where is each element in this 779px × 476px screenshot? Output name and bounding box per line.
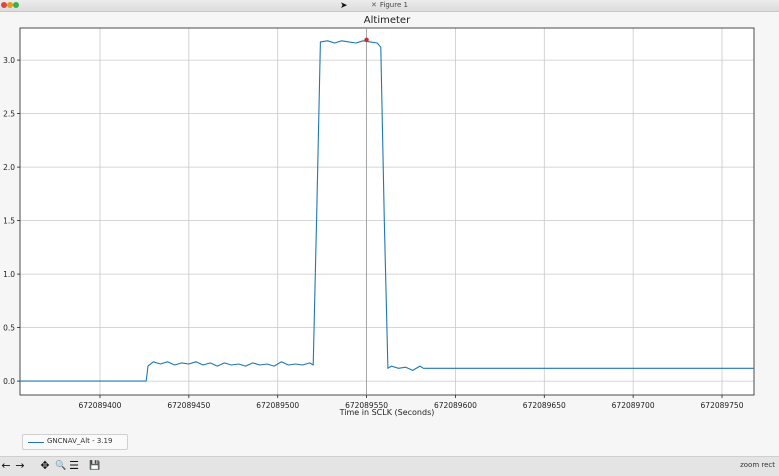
y-tick-label: 0.0 — [3, 377, 15, 386]
save-button[interactable]: 💾 — [88, 459, 102, 473]
figure-toolbar: ← → ✥ 🔍 ☰ 💾 zoom rect — [0, 456, 779, 476]
zoom-button[interactable]: 🔍 — [54, 459, 68, 473]
altimeter-chart[interactable]: 0.00.51.01.52.02.53.0672089400 672089450 6… — [0, 11, 779, 411]
configure-subplots-icon: ☰ — [69, 459, 79, 472]
legend: GNCNAV_Alt - 3.19 — [22, 434, 128, 450]
mouse-pointer-icon: ➤ — [340, 1, 348, 11]
x-axis-label: Time in SCLK (Seconds) — [339, 408, 435, 417]
forward-icon: → — [15, 459, 25, 472]
configure-subplots-button[interactable]: ☰ — [68, 459, 80, 473]
back-icon: ← — [1, 459, 11, 472]
legend-label: GNCNAV_Alt - 3.19 — [47, 437, 113, 445]
y-tick-label: 2.5 — [3, 110, 15, 119]
pan-button[interactable]: ✥ — [38, 459, 52, 473]
save-icon: 💾 — [89, 461, 101, 471]
y-tick-label: 2.0 — [3, 163, 15, 172]
y-tick-label: 3.0 — [3, 56, 15, 65]
zoom-icon: 🔍 — [55, 461, 67, 471]
pan-icon: ✥ — [40, 459, 50, 472]
y-tick-label: 0.5 — [3, 324, 15, 333]
window-title: ✕ Figure 1 — [371, 1, 408, 9]
forward-button[interactable]: → — [14, 459, 26, 473]
cursor-marker — [364, 37, 369, 42]
y-tick-label: 1.5 — [3, 217, 15, 226]
y-tick-label: 1.0 — [3, 270, 15, 279]
back-button[interactable]: ← — [0, 459, 12, 473]
app-icon: ✕ — [371, 1, 377, 9]
legend-swatch — [28, 442, 44, 443]
status-text: zoom rect — [740, 461, 775, 469]
